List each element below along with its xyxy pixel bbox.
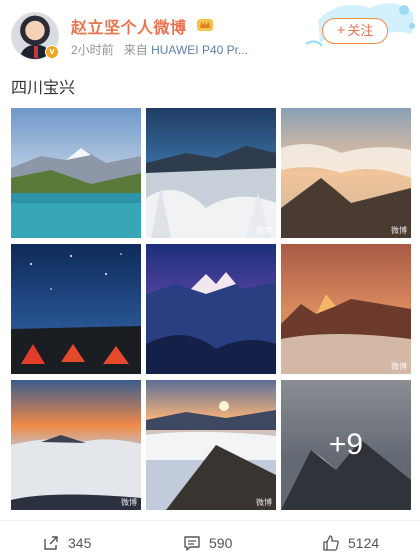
post-image-5[interactable] bbox=[146, 244, 276, 374]
more-images-overlay[interactable]: +9 bbox=[281, 380, 411, 510]
comment-icon bbox=[184, 536, 200, 551]
author-name[interactable]: 赵立坚个人微博 bbox=[71, 14, 187, 38]
share-icon bbox=[44, 536, 58, 550]
share-count: 345 bbox=[68, 535, 92, 551]
comment-button[interactable]: 590 bbox=[183, 528, 232, 558]
follow-button[interactable]: + 关注 bbox=[322, 18, 388, 44]
post-image-3[interactable]: 微博 bbox=[281, 108, 411, 238]
post-image-1[interactable] bbox=[11, 108, 141, 238]
post-meta: 2小时前 来自 HUAWEI P40 Pr... bbox=[71, 41, 281, 58]
like-button[interactable]: 5124 bbox=[322, 528, 379, 558]
post-image-4[interactable] bbox=[11, 244, 141, 374]
member-crown-icon bbox=[197, 19, 213, 31]
share-button[interactable]: 345 bbox=[42, 528, 91, 558]
post-image-2[interactable]: 微博 bbox=[146, 108, 276, 238]
post-image-6[interactable]: 微博 bbox=[281, 244, 411, 374]
post-image-7[interactable]: 微博 bbox=[11, 380, 141, 510]
source-prefix: 来自 bbox=[123, 43, 148, 57]
post-text: 四川宝兴 bbox=[11, 80, 76, 97]
verified-badge-icon: v bbox=[45, 45, 59, 59]
image-grid: 微博 微博 微博 微博 微博 +9 bbox=[11, 108, 411, 510]
plus-icon: + bbox=[336, 22, 346, 39]
action-bar: 345 590 5124 bbox=[0, 528, 420, 558]
post-image-9[interactable]: +9 bbox=[281, 380, 411, 510]
comment-count: 590 bbox=[209, 535, 233, 551]
actions-divider bbox=[0, 520, 420, 521]
post-image-8[interactable]: 微博 bbox=[146, 380, 276, 510]
thumbs-up-icon bbox=[323, 535, 339, 551]
post-header: v 赵立坚个人微博 2小时前 来自 HUAWEI P40 Pr... + 关注 bbox=[0, 0, 420, 66]
device-link[interactable]: HUAWEI P40 Pr... bbox=[151, 43, 248, 57]
like-count: 5124 bbox=[348, 535, 380, 551]
post-time: 2小时前 bbox=[71, 43, 114, 57]
